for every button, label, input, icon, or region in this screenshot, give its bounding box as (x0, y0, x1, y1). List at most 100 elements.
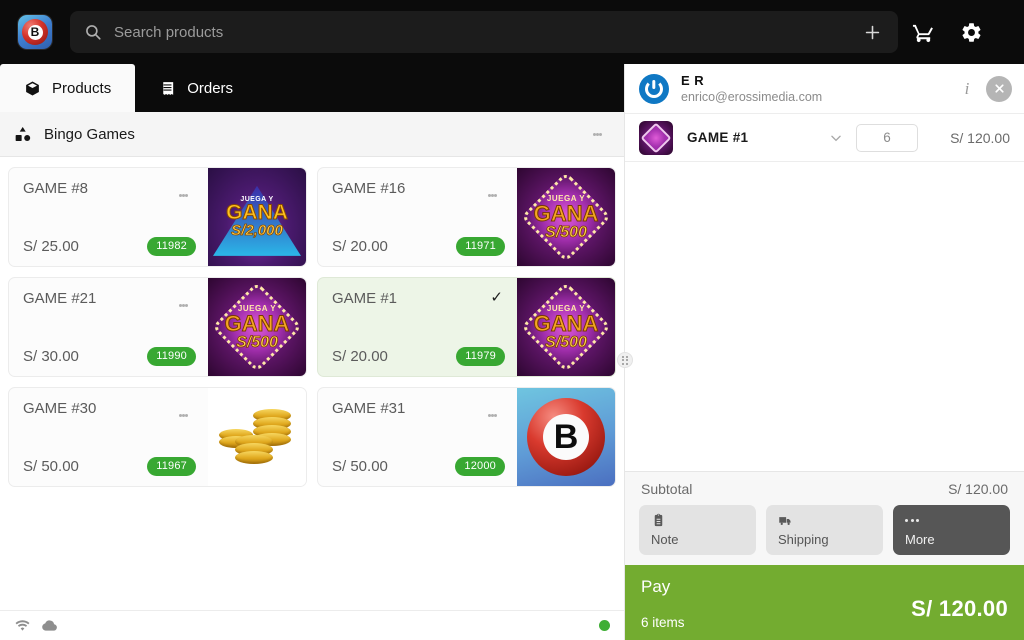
product-card[interactable]: GAME #8 S/ 25.00 11982 JUEGA Y GANA S/2,… (8, 167, 307, 267)
clipboard-icon (651, 513, 756, 528)
product-menu-button[interactable] (170, 400, 196, 430)
product-grid-scroll[interactable]: GAME #8 S/ 25.00 11982 JUEGA Y GANA S/2,… (0, 157, 624, 610)
shipping-label: Shipping (778, 532, 829, 547)
customer-email: enrico@erossimedia.com (681, 90, 823, 104)
product-thumbnail: JUEGA Y GANA S/500 (517, 278, 615, 376)
products-panel: Products Orders Bingo Games GAME #8 S/ 2… (0, 64, 624, 640)
product-price: S/ 20.00 (332, 238, 388, 255)
line-item-name: GAME #1 (687, 130, 749, 145)
product-stock-badge: 11971 (456, 237, 505, 256)
artwork-line-3: S/500 (545, 333, 588, 351)
pos-app-window: B Search products Products Orders Bingo … (0, 0, 1024, 640)
tab-products[interactable]: Products (0, 64, 136, 112)
receipt-icon (162, 81, 174, 95)
resize-grip-icon (622, 355, 628, 365)
add-custom-item-button[interactable] (852, 15, 892, 49)
line-item-price: S/ 120.00 (950, 129, 1010, 146)
cart-actions: Note Shipping More (625, 505, 1024, 565)
wifi-icon (14, 617, 31, 634)
product-name: GAME #21 (23, 290, 97, 307)
pay-total-amount: S/ 120.00 (911, 596, 1008, 621)
gana-500-artwork: JUEGA Y GANA S/500 (208, 278, 306, 376)
artwork-line-2: GANA (226, 201, 289, 225)
plus-icon (865, 25, 879, 39)
subtotal-value: S/ 120.00 (948, 480, 1008, 497)
product-stock-badge: 11979 (456, 347, 505, 366)
search-icon (84, 23, 102, 41)
shapes-icon (14, 125, 32, 143)
search-input[interactable] (102, 23, 852, 41)
online-status-dot (599, 620, 610, 631)
bingo-ball-artwork: B (517, 388, 615, 486)
app-logo-letter: B (27, 24, 43, 40)
shipping-button[interactable]: Shipping (766, 505, 883, 555)
artwork-line-3: S/500 (545, 223, 588, 241)
customer-row[interactable]: E R enrico@erossimedia.com i (625, 64, 1024, 114)
more-button[interactable]: More (893, 505, 1010, 555)
product-card-selected[interactable]: GAME #1 ✓ S/ 20.00 11979 JUEGA Y GANA S/… (317, 277, 616, 377)
product-menu-button[interactable] (479, 180, 505, 210)
product-card-info: GAME #16 S/ 20.00 11971 (318, 168, 517, 266)
product-name: GAME #16 (332, 180, 406, 197)
note-button[interactable]: Note (639, 505, 756, 555)
product-menu-button[interactable] (170, 180, 196, 210)
customer-info-icon[interactable]: i (954, 74, 980, 104)
gear-icon (961, 22, 980, 42)
truck-icon (778, 513, 883, 528)
coin-stack-icon (217, 407, 297, 467)
remove-customer-button[interactable] (986, 75, 1012, 102)
artwork-line-3: S/2,000 (231, 221, 284, 239)
product-stock-badge: 11967 (147, 457, 196, 476)
customer-name: E R (681, 73, 705, 88)
product-card[interactable]: GAME #30 S/ 50.00 11967 (8, 387, 307, 487)
status-bar (0, 610, 624, 640)
tab-orders[interactable]: Orders (135, 64, 257, 112)
line-item-quantity-input[interactable] (856, 123, 918, 152)
cloud-icon (41, 617, 58, 634)
product-card[interactable]: GAME #21 S/ 30.00 11990 JUEGA Y GANA S/5… (8, 277, 307, 377)
chevron-down-icon (831, 135, 841, 141)
product-thumbnail: B (517, 388, 615, 486)
gana-500-tile-artwork (639, 120, 673, 155)
product-price: S/ 50.00 (332, 458, 388, 475)
product-card[interactable]: GAME #16 S/ 20.00 11971 JUEGA Y GANA S/5… (317, 167, 616, 267)
product-stock-badge: 11990 (147, 347, 196, 366)
gana-500-artwork: JUEGA Y GANA S/500 (517, 168, 615, 266)
main-body: Products Orders Bingo Games GAME #8 S/ 2… (0, 64, 1024, 640)
product-stock-badge: 11982 (147, 237, 196, 256)
line-item-expand-button[interactable] (824, 131, 848, 145)
product-name: GAME #30 (23, 400, 97, 417)
bingo-ball-icon: B (527, 398, 605, 476)
product-menu-button[interactable] (479, 400, 505, 430)
product-card-info: GAME #31 S/ 50.00 12000 (318, 388, 517, 486)
pay-button[interactable]: Pay 6 items S/ 120.00 (625, 565, 1024, 640)
product-menu-button[interactable] (170, 290, 196, 320)
collection-menu-button[interactable] (584, 119, 610, 149)
tab-orders-label: Orders (187, 79, 234, 97)
collection-header: Bingo Games (0, 112, 624, 157)
cart-button[interactable] (900, 9, 946, 55)
product-price: S/ 30.00 (23, 348, 79, 365)
cart-empty-space (625, 162, 1024, 471)
shopping-cart-icon (912, 24, 933, 42)
gana-500-artwork: JUEGA Y GANA S/500 (517, 278, 615, 376)
product-card-info: GAME #21 S/ 30.00 11990 (9, 278, 208, 376)
cube-icon (26, 81, 39, 95)
panel-resize-handle[interactable] (617, 352, 633, 368)
product-card[interactable]: GAME #31 S/ 50.00 12000 B (317, 387, 616, 487)
product-name: GAME #8 (23, 180, 89, 197)
avatar-logo-icon (645, 79, 663, 98)
cart-panel: E R enrico@erossimedia.com i GAME #1 6 S… (624, 64, 1024, 640)
artwork-line-2: GANA (533, 200, 599, 226)
settings-button[interactable] (948, 9, 994, 55)
cart-line-item[interactable]: GAME #1 S/ 120.00 (625, 114, 1024, 162)
product-card-info: GAME #8 S/ 25.00 11982 (9, 168, 208, 266)
artwork-line-2: GANA (224, 310, 290, 336)
product-price: S/ 20.00 (332, 348, 388, 365)
diamond-shape (640, 121, 672, 154)
bingo-ball-letter: B (543, 414, 589, 460)
product-card-info: GAME #1 ✓ S/ 20.00 11979 (318, 278, 517, 376)
search-bar[interactable] (70, 11, 898, 53)
subtotal-label: Subtotal (641, 480, 693, 497)
product-price: S/ 25.00 (23, 238, 79, 255)
